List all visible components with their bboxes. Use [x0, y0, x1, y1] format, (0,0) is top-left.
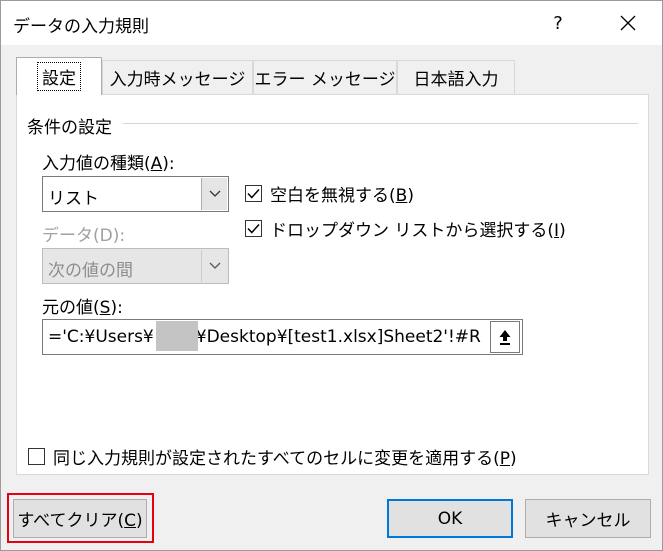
- checkbox-unchecked-icon[interactable]: [28, 448, 45, 465]
- source-input[interactable]: ='C:¥Users¥ ¥Desktop¥[test1.xlsx]Sheet2'!…: [42, 319, 523, 355]
- tab-ime-mode[interactable]: 日本語入力: [397, 60, 515, 94]
- highlight-box: [7, 493, 154, 543]
- close-icon: [620, 15, 636, 31]
- title-bar: データの入力規則 ?: [1, 1, 662, 45]
- collapse-arrow-icon: [499, 330, 511, 345]
- data-select: 次の値の間: [42, 248, 229, 284]
- chevron-down-icon: [201, 250, 227, 282]
- apply-all-label: 同じ入力規則が設定されたすべてのセルに変更を適用する(P): [53, 449, 517, 469]
- checkbox-checked-icon[interactable]: [245, 185, 262, 202]
- data-validation-dialog: データの入力規則 ? 設定 入力時メッセージ エラー メッセージ 日本語入力 条…: [0, 0, 663, 551]
- ok-button[interactable]: OK: [387, 499, 513, 538]
- source-label: 元の値(S):: [42, 298, 123, 318]
- redacted-username: [156, 321, 198, 351]
- allow-label: 入力値の種類(A):: [42, 154, 175, 174]
- checkbox-checked-icon[interactable]: [245, 220, 262, 237]
- in-cell-dropdown-label: ドロップダウン リストから選択する(I): [270, 221, 566, 241]
- tab-settings[interactable]: 設定: [16, 57, 102, 95]
- source-input-value: ='C:¥Users¥ ¥Desktop¥[test1.xlsx]Sheet2'!…: [48, 327, 481, 347]
- help-icon: ?: [553, 12, 563, 34]
- collapse-dialog-button[interactable]: [490, 321, 520, 353]
- tab-error-alert[interactable]: エラー メッセージ: [253, 60, 397, 94]
- in-cell-dropdown-checkbox[interactable]: ドロップダウン リストから選択する(I): [245, 216, 566, 241]
- data-label: データ(D):: [42, 226, 126, 246]
- cancel-button[interactable]: キャンセル: [525, 499, 651, 538]
- tab-input-message-label: 入力時メッセージ: [109, 70, 246, 90]
- ok-label: OK: [437, 508, 463, 529]
- cancel-label: キャンセル: [545, 511, 631, 531]
- allow-select[interactable]: リスト: [42, 176, 229, 212]
- help-button[interactable]: ?: [535, 1, 581, 45]
- ignore-blank-label: 空白を無視する(B): [270, 186, 414, 206]
- dialog-title: データの入力規則: [13, 17, 149, 37]
- validation-criteria-heading: 条件の設定: [27, 118, 112, 138]
- ignore-blank-checkbox[interactable]: 空白を無視する(B): [245, 181, 414, 206]
- allow-select-value: リスト: [48, 189, 99, 209]
- chevron-down-icon[interactable]: [201, 178, 227, 210]
- tab-ime-mode-label: 日本語入力: [413, 70, 499, 90]
- apply-all-checkbox[interactable]: 同じ入力規則が設定されたすべてのセルに変更を適用する(P): [28, 444, 517, 469]
- data-select-value: 次の値の間: [48, 261, 133, 281]
- tab-settings-label: 設定: [37, 62, 81, 91]
- tab-input-message[interactable]: 入力時メッセージ: [102, 60, 253, 94]
- group-divider: [123, 123, 638, 124]
- tab-error-alert-label: エラー メッセージ: [254, 70, 396, 90]
- close-button[interactable]: [605, 1, 651, 45]
